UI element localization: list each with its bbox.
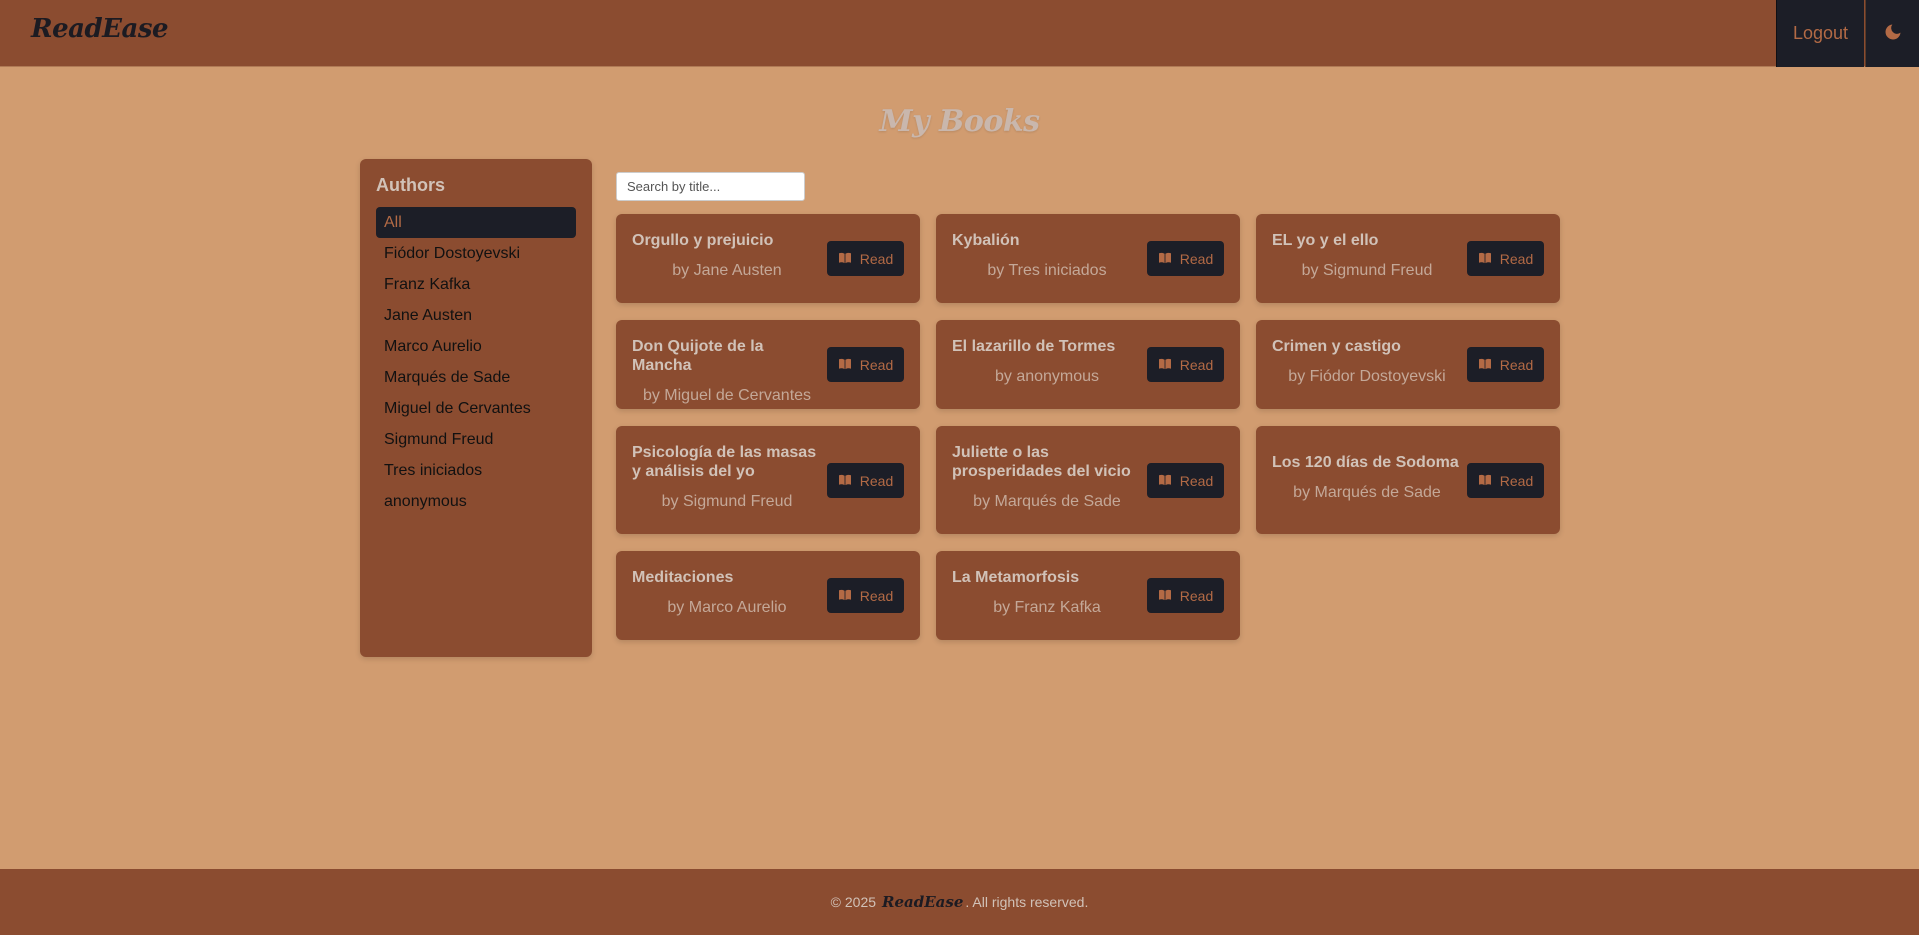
book-author: by Tres iniciados (987, 262, 1107, 279)
read-button[interactable]: Read (1147, 347, 1224, 382)
book-card: EL yo y el ello by Sigmund Freud Read (1256, 214, 1560, 303)
author-list: All Fiódor Dostoyevski Franz Kafka Jane … (376, 207, 576, 517)
search-input[interactable] (616, 172, 805, 201)
book-open-icon (1478, 473, 1492, 489)
moon-icon (1883, 22, 1903, 45)
book-card: Meditaciones by Marco Aurelio Read (616, 551, 920, 640)
read-button[interactable]: Read (1147, 463, 1224, 498)
read-button-label: Read (1179, 472, 1214, 489)
book-open-icon (838, 473, 852, 489)
book-author: by Fiódor Dostoyevski (1288, 368, 1446, 385)
book-card: Los 120 días de Sodoma by Marqués de Sad… (1256, 426, 1560, 534)
book-open-icon (1158, 357, 1172, 373)
read-button[interactable]: Read (827, 347, 904, 382)
book-author: by Sigmund Freud (1301, 262, 1433, 279)
read-button-label: Read (859, 472, 894, 489)
read-button-label: Read (1179, 356, 1214, 373)
book-title: El lazarillo de Tormes (952, 338, 1116, 355)
book-open-icon (1478, 251, 1492, 267)
author-item-jane-austen[interactable]: Jane Austen (376, 300, 576, 331)
book-card: El lazarillo de Tormes by anonymous Read (936, 320, 1240, 409)
theme-toggle-button[interactable] (1865, 0, 1919, 67)
book-card: Crimen y castigo by Fiódor Dostoyevski R… (1256, 320, 1560, 409)
read-button[interactable]: Read (1147, 578, 1224, 613)
book-title: Orgullo y prejuicio (632, 232, 774, 249)
page-title: My Books (879, 104, 1040, 139)
authors-sidebar: Authors All Fiódor Dostoyevski Franz Kaf… (360, 159, 592, 657)
footer-brand-logo: ReadEase (882, 893, 964, 911)
book-title: EL yo y el ello (1272, 232, 1379, 249)
sidebar-title: Authors (376, 175, 445, 195)
brand-logo[interactable]: ReadEase (31, 14, 169, 44)
book-title: Meditaciones (632, 569, 734, 586)
book-card: Orgullo y prejuicio by Jane Austen Read (616, 214, 920, 303)
book-open-icon (838, 588, 852, 604)
book-open-icon (838, 357, 852, 373)
footer-rights: . All rights reserved. (965, 894, 1089, 910)
page-footer: © 2025 ReadEase . All rights reserved. (0, 869, 1919, 935)
book-title: La Metamorfosis (952, 569, 1080, 586)
book-author: by Marco Aurelio (667, 599, 787, 616)
book-card: Juliette o las prosperidades del vicio b… (936, 426, 1240, 534)
book-title: Psicología de las masas y análisis del y… (632, 444, 817, 480)
book-open-icon (1158, 473, 1172, 489)
read-button-label: Read (1179, 587, 1214, 604)
read-button[interactable]: Read (827, 241, 904, 276)
book-author: by anonymous (994, 368, 1100, 385)
book-title: Don Quijote de la Mancha (632, 338, 764, 374)
book-author: by Jane Austen (672, 262, 782, 279)
read-button-label: Read (859, 587, 894, 604)
footer-copyright: © 2025 (830, 894, 877, 910)
author-item-tres-iniciados[interactable]: Tres iniciados (376, 455, 576, 486)
book-author: by Marqués de Sade (973, 493, 1121, 510)
book-title: Juliette o las prosperidades del vicio (952, 444, 1131, 480)
read-button-label: Read (859, 250, 894, 267)
book-open-icon (838, 251, 852, 267)
book-author: by Franz Kafka (993, 599, 1101, 616)
author-item-franz-kafka[interactable]: Franz Kafka (376, 269, 576, 300)
book-open-icon (1158, 251, 1172, 267)
read-button-label: Read (1179, 250, 1214, 267)
book-open-icon (1158, 588, 1172, 604)
author-item-miguel-de-cervantes[interactable]: Miguel de Cervantes (376, 393, 576, 424)
read-button-label: Read (1499, 356, 1534, 373)
read-button[interactable]: Read (827, 463, 904, 498)
book-open-icon (1478, 357, 1492, 373)
book-card: Psicología de las masas y análisis del y… (616, 426, 920, 534)
logout-button[interactable]: Logout (1776, 0, 1864, 67)
author-item-marques-de-sade[interactable]: Marqués de Sade (376, 362, 576, 393)
read-button[interactable]: Read (1467, 463, 1544, 498)
author-item-fiodor-dostoyevski[interactable]: Fiódor Dostoyevski (376, 238, 576, 269)
read-button[interactable]: Read (1147, 241, 1224, 276)
book-author: by Sigmund Freud (661, 493, 793, 510)
read-button-label: Read (859, 356, 894, 373)
author-item-all[interactable]: All (376, 207, 576, 238)
author-item-marco-aurelio[interactable]: Marco Aurelio (376, 331, 576, 362)
book-title: Los 120 días de Sodoma (1272, 454, 1459, 471)
author-item-anonymous[interactable]: anonymous (376, 486, 576, 517)
book-title: Crimen y castigo (1272, 338, 1401, 355)
book-card: Kybalión by Tres iniciados Read (936, 214, 1240, 303)
book-author: by Marqués de Sade (1293, 484, 1441, 501)
read-button-label: Read (1499, 472, 1534, 489)
read-button[interactable]: Read (827, 578, 904, 613)
author-item-sigmund-freud[interactable]: Sigmund Freud (376, 424, 576, 455)
book-card: Don Quijote de la Mancha by Miguel de Ce… (616, 320, 920, 409)
book-card: La Metamorfosis by Franz Kafka Read (936, 551, 1240, 640)
book-title: Kybalión (952, 232, 1020, 249)
read-button[interactable]: Read (1467, 241, 1544, 276)
book-author: by Miguel de Cervantes (642, 387, 812, 404)
top-navbar: ReadEase Logout (0, 0, 1919, 67)
read-button-label: Read (1499, 250, 1534, 267)
read-button[interactable]: Read (1467, 347, 1544, 382)
